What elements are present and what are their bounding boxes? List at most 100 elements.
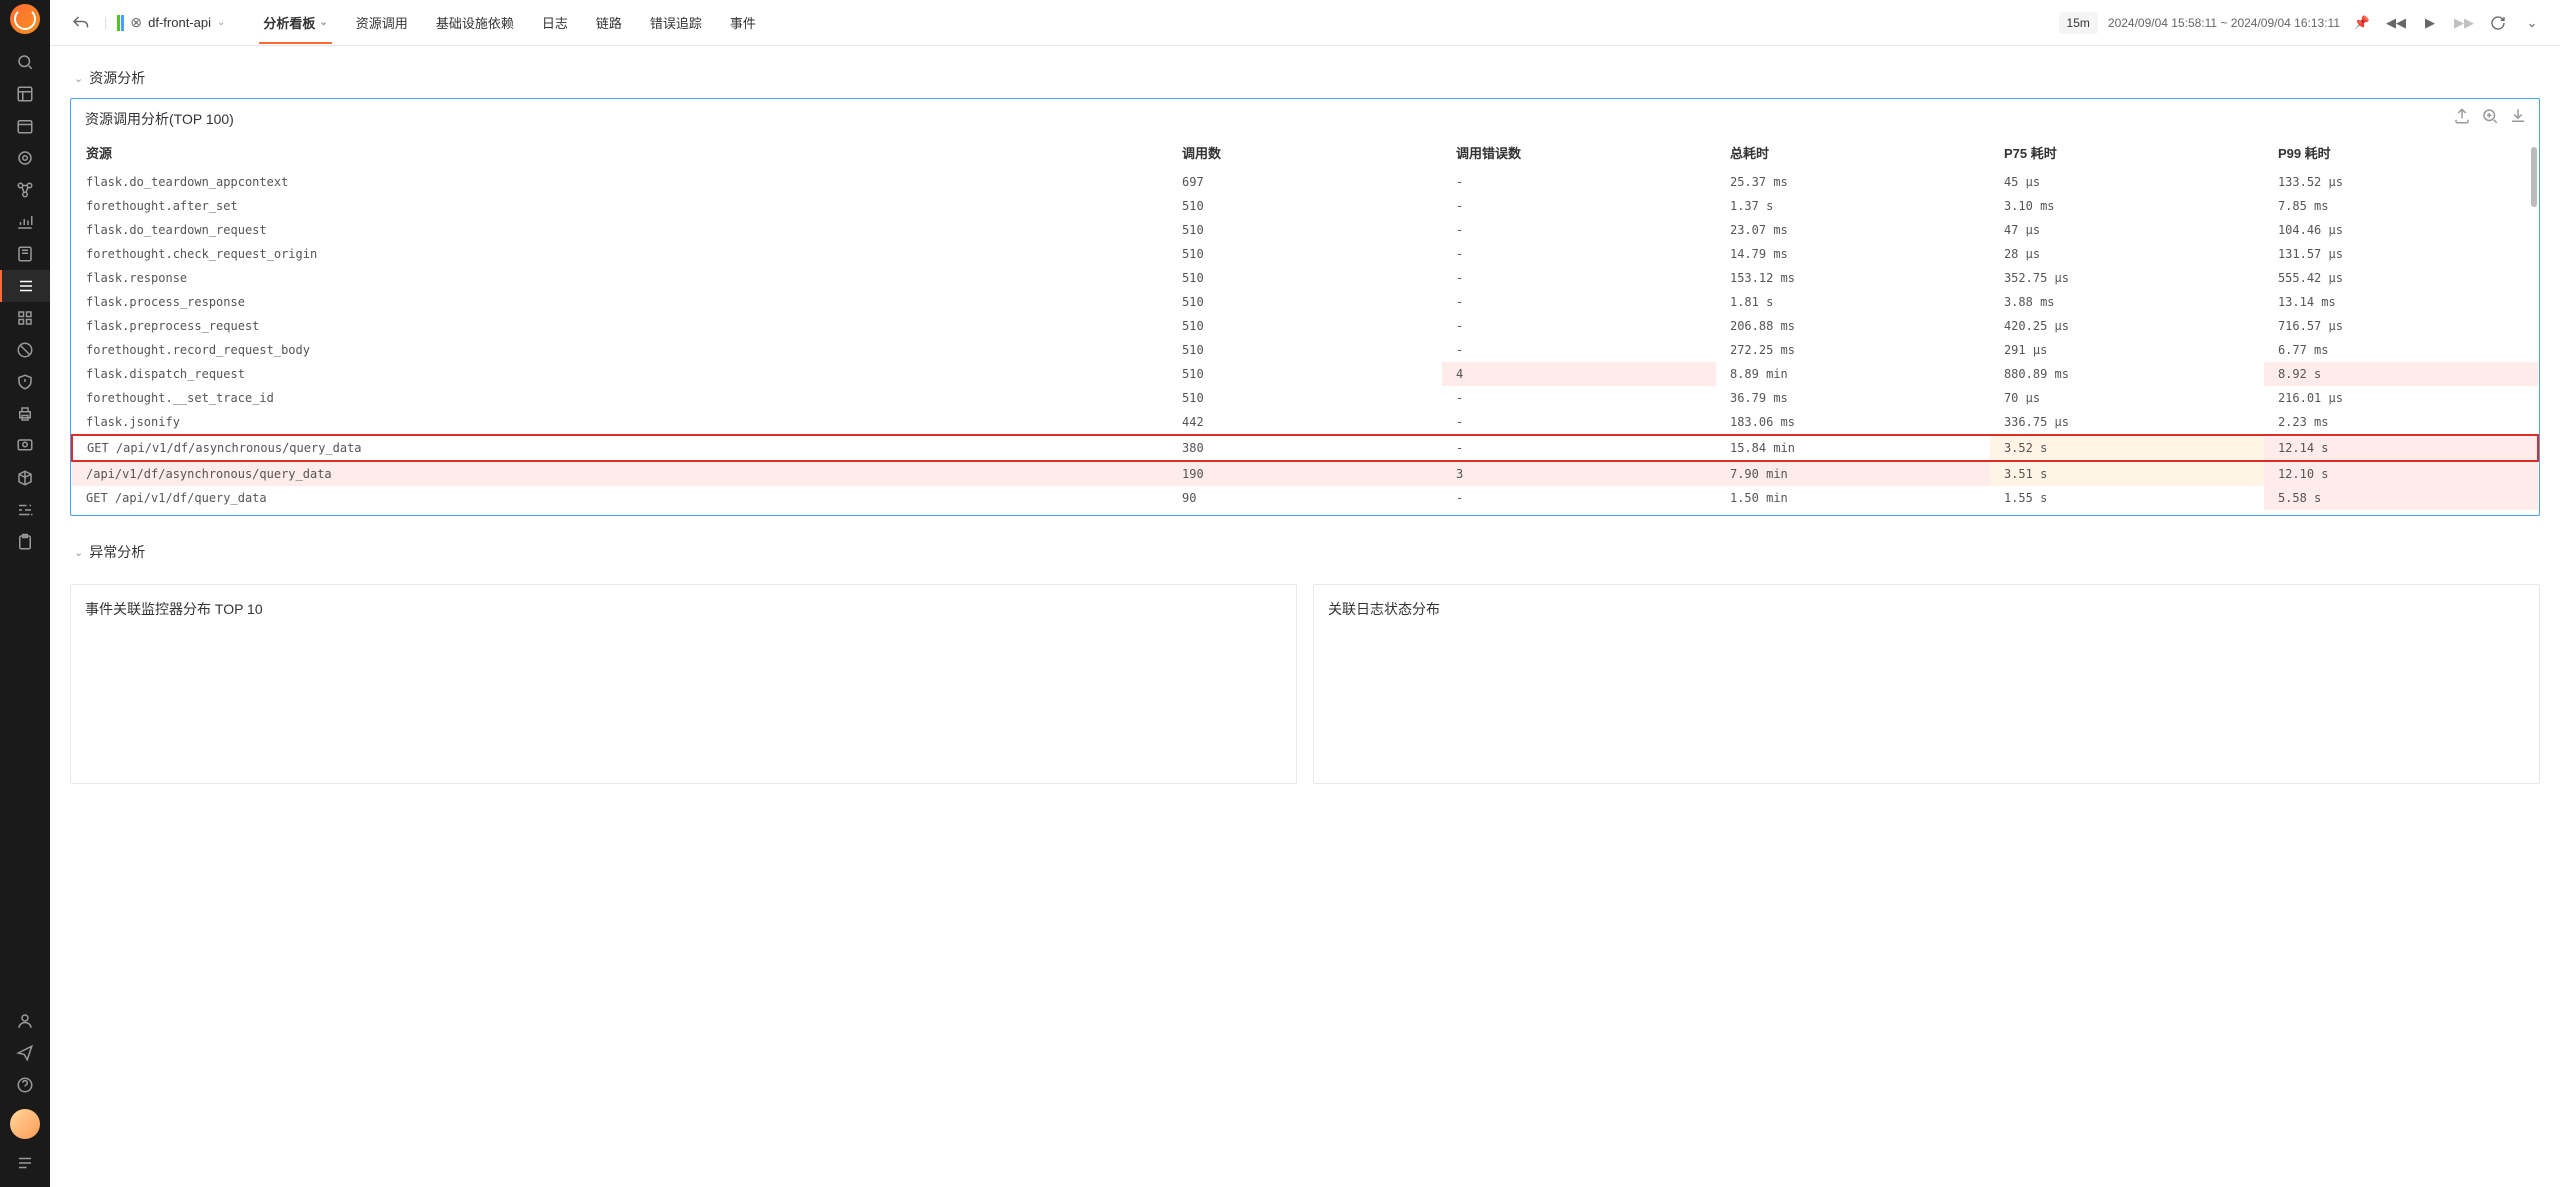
tab-5[interactable]: 错误追踪 — [646, 1, 706, 44]
table-cell: 716.57 μs — [2264, 314, 2538, 338]
time-range-text[interactable]: 2024/09/04 15:58:11 ~ 2024/09/04 16:13:1… — [2108, 16, 2340, 30]
table-cell: flask.process_response — [72, 290, 1168, 314]
table-cell: 12.14 s — [2264, 435, 2538, 461]
user-icon[interactable] — [0, 1005, 50, 1037]
table-cell: - — [1442, 290, 1716, 314]
chart-icon[interactable] — [0, 206, 50, 238]
table-cell: 216.01 μs — [2264, 386, 2538, 410]
apps-icon[interactable] — [0, 302, 50, 334]
col-total[interactable]: 总耗时 — [1716, 135, 1990, 170]
scrollbar-thumb[interactable] — [2531, 147, 2537, 207]
table-cell: - — [1442, 170, 1716, 194]
table-row[interactable]: forethought.check_request_origin510-14.7… — [72, 242, 2538, 266]
table-row[interactable]: flask.response510-153.12 ms352.75 μs555.… — [72, 266, 2538, 290]
tab-0[interactable]: 分析看板⌄ — [259, 1, 331, 44]
table-cell: - — [1442, 314, 1716, 338]
logs-panel: 关联日志状态分布 — [1313, 584, 2540, 784]
table-row[interactable]: GET /api/v1/df/asynchronous/query_data38… — [72, 435, 2538, 461]
calendar-icon[interactable] — [0, 110, 50, 142]
table-cell: 70 μs — [1990, 386, 2264, 410]
search-icon[interactable] — [0, 46, 50, 78]
table-cell: GET /api/v1/df/asynchronous/query_data — [72, 435, 1168, 461]
table-row[interactable]: flask.preprocess_request510-206.88 ms420… — [72, 314, 2538, 338]
table-cell: - — [1442, 435, 1716, 461]
table-cell: 336.75 μs — [1990, 410, 2264, 435]
table-row[interactable]: forethought.__set_trace_id510-36.79 ms70… — [72, 386, 2538, 410]
table-row[interactable]: /api/v1/df/asynchronous/query_data19037.… — [72, 461, 2538, 486]
send-icon[interactable] — [0, 1037, 50, 1069]
col-p99[interactable]: P99 耗时 — [2264, 135, 2538, 170]
table-cell: flask.jsonify — [72, 410, 1168, 435]
chevron-down-icon[interactable]: ⌄ — [2520, 11, 2544, 35]
table-cell: 84 — [1168, 510, 1442, 515]
table-cell: 7.85 ms — [2264, 194, 2538, 218]
shield-icon[interactable] — [0, 366, 50, 398]
table-cell: 104.46 μs — [2264, 218, 2538, 242]
export-icon[interactable] — [2453, 107, 2471, 125]
panel-title: 资源调用分析(TOP 100) — [71, 99, 2539, 135]
service-selector[interactable]: ⊗ df-front-api ⌄ — [117, 14, 225, 31]
help-icon[interactable] — [0, 1069, 50, 1101]
app-logo[interactable] — [10, 4, 40, 34]
tab-3[interactable]: 日志 — [538, 1, 572, 44]
table-cell: 1.81 s — [1716, 290, 1990, 314]
block-icon[interactable] — [0, 334, 50, 366]
zoom-icon[interactable] — [2481, 107, 2499, 125]
table-cell: forethought.check_request_origin — [72, 242, 1168, 266]
table-cell: 510 — [1168, 242, 1442, 266]
play-icon[interactable]: ▶ — [2418, 11, 2442, 35]
tab-4[interactable]: 链路 — [592, 1, 626, 44]
download-icon[interactable] — [2509, 107, 2527, 125]
bookmark-icon[interactable] — [0, 238, 50, 270]
table-row[interactable]: forethought.record_request_body510-272.2… — [72, 338, 2538, 362]
topology-icon[interactable] — [0, 174, 50, 206]
dashboard-icon[interactable] — [0, 78, 50, 110]
table-row[interactable]: flask.jsonify442-183.06 ms336.75 μs2.23 … — [72, 410, 2538, 435]
table-cell: 4 — [1442, 362, 1716, 386]
table-cell: flask.response — [72, 266, 1168, 290]
table-row[interactable]: flask.do_teardown_appcontext697-25.37 ms… — [72, 170, 2538, 194]
section-header-exception[interactable]: ⌄ 异常分析 — [70, 532, 2540, 572]
col-err-count[interactable]: 调用错误数 — [1442, 135, 1716, 170]
table-cell: 36.79 ms — [1716, 386, 1990, 410]
collapse-icon[interactable] — [0, 1147, 50, 1179]
time-range-badge[interactable]: 15m — [2059, 12, 2098, 34]
table-cell: flask.dispatch_request — [72, 362, 1168, 386]
table-cell: 1.37 s — [1716, 194, 1990, 218]
tab-1[interactable]: 资源调用 — [352, 1, 412, 44]
chevron-down-icon: ⌄ — [319, 17, 327, 28]
forward-icon[interactable]: ▶▶ — [2452, 11, 2476, 35]
table-cell: - — [1442, 218, 1716, 242]
tab-2[interactable]: 基础设施依赖 — [432, 1, 518, 44]
table-row[interactable]: forethought.after_set510-1.37 s3.10 ms7.… — [72, 194, 2538, 218]
table-row[interactable]: flask.do_teardown_request510-23.07 ms47 … — [72, 218, 2538, 242]
avatar[interactable] — [10, 1109, 40, 1139]
table-wrapper[interactable]: 资源 调用数 调用错误数 总耗时 P75 耗时 P99 耗时 flask.do_… — [71, 135, 2539, 515]
resource-panel: 资源调用分析(TOP 100) 资源 调用数 调用错误数 — [70, 98, 2540, 516]
target-icon[interactable] — [0, 142, 50, 174]
table-row[interactable]: GET /api/v1/df/query_data90-1.50 min1.55… — [72, 486, 2538, 510]
section-header-resource[interactable]: ⌄ 资源分析 — [70, 58, 2540, 98]
cube-icon[interactable] — [0, 462, 50, 494]
clipboard-icon[interactable] — [0, 526, 50, 558]
table-row[interactable]: GET /84-421.60 ms6.31 ms9.11 ms — [72, 510, 2538, 515]
printer-icon[interactable] — [0, 398, 50, 430]
back-button[interactable] — [66, 9, 94, 37]
col-count[interactable]: 调用数 — [1168, 135, 1442, 170]
table-row[interactable]: flask.process_response510-1.81 s3.88 ms1… — [72, 290, 2538, 314]
table-cell: 1.55 s — [1990, 486, 2264, 510]
sliders-icon[interactable] — [0, 494, 50, 526]
status-bar-icon — [117, 15, 120, 31]
monitor-icon[interactable] — [0, 430, 50, 462]
list-icon[interactable] — [0, 270, 50, 302]
col-p75[interactable]: P75 耗时 — [1990, 135, 2264, 170]
refresh-icon[interactable] — [2486, 11, 2510, 35]
rewind-icon[interactable]: ◀◀ — [2384, 11, 2408, 35]
tab-6[interactable]: 事件 — [726, 1, 760, 44]
col-resource[interactable]: 资源 — [72, 135, 1168, 170]
pin-icon[interactable]: 📌 — [2350, 11, 2374, 35]
topbar-right: 15m 2024/09/04 15:58:11 ~ 2024/09/04 16:… — [2059, 11, 2544, 35]
table-cell: 510 — [1168, 266, 1442, 290]
table-row[interactable]: flask.dispatch_request51048.89 min880.89… — [72, 362, 2538, 386]
table-cell: 272.25 ms — [1716, 338, 1990, 362]
